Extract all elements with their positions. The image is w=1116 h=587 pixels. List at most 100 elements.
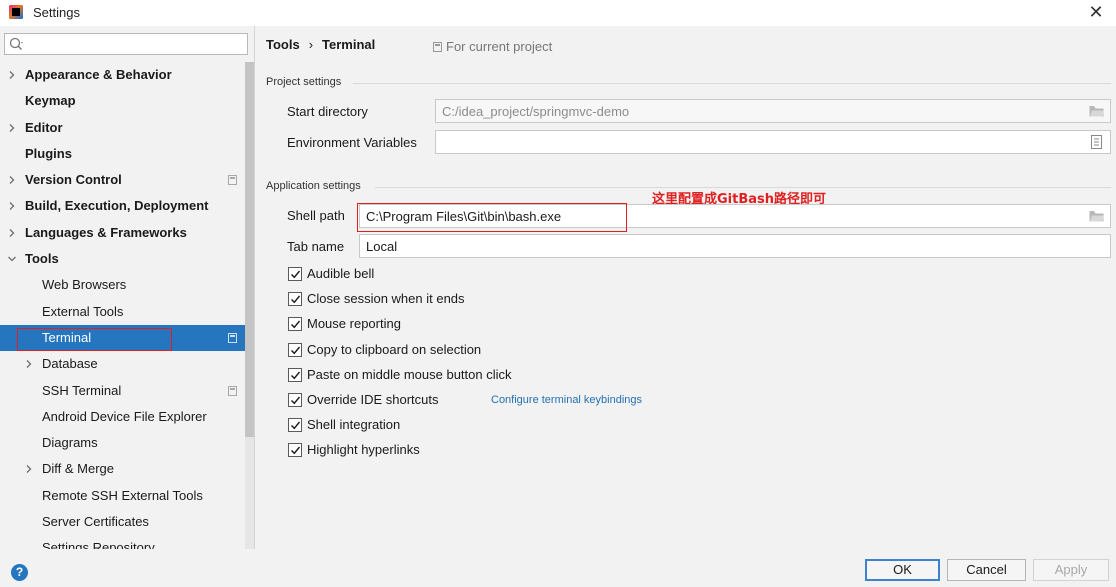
sidebar-item-diff-merge[interactable]: Diff & Merge [0, 456, 245, 482]
shell-path-input[interactable] [366, 208, 1082, 224]
start-directory-input[interactable] [442, 103, 1082, 119]
window-title: Settings [33, 5, 80, 20]
close-window-button[interactable]: ✕ [1086, 2, 1106, 22]
checkbox[interactable] [288, 443, 302, 458]
chevron-down-icon[interactable] [8, 255, 16, 263]
cancel-button[interactable]: Cancel [947, 559, 1026, 581]
sidebar-item-ssh-terminal[interactable]: SSH Terminal [0, 378, 245, 404]
search-icon [9, 37, 23, 50]
sidebar-item-editor[interactable]: Editor [0, 115, 245, 141]
option-label[interactable]: Paste on middle mouse button click [307, 367, 512, 382]
sidebar-item-label: Terminal [42, 329, 92, 345]
sidebar-item-web-browsers[interactable]: Web Browsers [0, 272, 245, 298]
tab-name-field[interactable] [359, 234, 1111, 258]
checkbox[interactable] [288, 267, 302, 281]
sidebar-item-version-control[interactable]: Version Control [0, 167, 245, 193]
settings-search-box[interactable] [4, 33, 248, 55]
chevron-right-icon[interactable] [8, 123, 16, 132]
apply-button[interactable]: Apply [1033, 559, 1109, 581]
breadcrumb-parent[interactable]: Tools [266, 37, 300, 52]
checkbox[interactable] [288, 393, 302, 407]
scope-label: For current project [446, 39, 553, 54]
sidebar-item-label: SSH Terminal [42, 382, 122, 398]
sidebar-item-label: Web Browsers [42, 277, 127, 293]
sidebar-item-label: Tools [25, 251, 59, 267]
sidebar-item-label: Diagrams [42, 435, 98, 451]
checkbox[interactable] [288, 317, 302, 332]
sidebar-item-appearance-behavior[interactable]: Appearance & Behavior [0, 62, 245, 88]
breadcrumb-separator: › [308, 37, 314, 52]
settings-search-input[interactable] [27, 35, 243, 53]
terminal-settings-panel: Tools › Terminal For current project Proje… [255, 26, 1116, 549]
chevron-right-icon[interactable] [8, 176, 16, 185]
folder-open-icon[interactable] [1089, 105, 1104, 117]
sidebar-scrollbar-track[interactable] [245, 62, 254, 549]
sidebar-item-diagrams[interactable]: Diagrams [0, 430, 245, 456]
sidebar-item-label: Version Control [25, 172, 122, 188]
chevron-right-icon[interactable] [25, 360, 33, 369]
sidebar-item-label: Plugins [25, 145, 72, 161]
project-scope-icon [433, 42, 442, 52]
checkbox[interactable] [288, 367, 302, 382]
checkmark-icon [291, 446, 301, 455]
configure-keybindings-link[interactable]: Configure terminal keybindings [491, 394, 642, 406]
checkmark-icon [291, 371, 301, 380]
sidebar-item-terminal[interactable]: Terminal [0, 324, 245, 352]
title-bar: Settings ✕ [0, 0, 1116, 26]
option-label[interactable]: Shell integration [307, 417, 400, 432]
option-label[interactable]: Highlight hyperlinks [307, 442, 420, 457]
sidebar-item-external-tools[interactable]: External Tools [0, 299, 245, 325]
project-settings-title: Project settings [266, 76, 342, 88]
checkbox[interactable] [288, 342, 302, 357]
sidebar-item-settings-repository[interactable]: Settings Repository [0, 535, 245, 549]
sidebar-item-keymap[interactable]: Keymap [0, 88, 245, 114]
start-directory-field[interactable] [435, 99, 1111, 123]
checkmark-icon [291, 421, 301, 430]
sidebar-item-label: Settings Repository [42, 540, 155, 549]
tab-name-input[interactable] [366, 238, 1082, 254]
sidebar-item-plugins[interactable]: Plugins [0, 141, 245, 167]
option-label[interactable]: Override IDE shortcuts [307, 392, 439, 407]
chevron-right-icon[interactable] [8, 228, 16, 237]
shell-path-label: Shell path [287, 208, 345, 223]
sidebar-item-label: Android Device File Explorer [42, 408, 207, 424]
checkmark-icon [291, 396, 301, 405]
sidebar-item-database[interactable]: Database [0, 351, 245, 377]
sidebar-item-languages-frameworks[interactable]: Languages & Frameworks [0, 220, 245, 246]
sidebar-item-android-device-file-explorer[interactable]: Android Device File Explorer [0, 404, 245, 430]
checkbox[interactable] [288, 292, 302, 307]
checkbox[interactable] [288, 418, 302, 433]
option-label[interactable]: Copy to clipboard on selection [307, 342, 481, 357]
option-label[interactable]: Audible bell [307, 266, 374, 281]
sidebar-item-build-execution-deployment[interactable]: Build, Execution, Deployment [0, 193, 245, 219]
sidebar-scrollbar-thumb[interactable] [245, 62, 254, 437]
sidebar-item-label: Appearance & Behavior [25, 67, 172, 82]
sidebar-item-tools[interactable]: Tools [0, 246, 245, 272]
chevron-right-icon[interactable] [8, 202, 16, 211]
sidebar-item-remote-ssh-external-tools[interactable]: Remote SSH External Tools [0, 483, 245, 509]
folder-open-icon[interactable] [1089, 210, 1104, 222]
checkmark-icon [291, 346, 301, 354]
option-label[interactable]: Mouse reporting [307, 316, 401, 331]
application-settings-title: Application settings [266, 180, 361, 192]
shell-path-field[interactable] [359, 204, 1111, 228]
sidebar-item-label: Database [42, 356, 98, 372]
sidebar-item-server-certificates[interactable]: Server Certificates [0, 509, 245, 535]
ok-button[interactable]: OK [865, 559, 940, 581]
env-vars-field[interactable] [435, 130, 1111, 154]
chevron-right-icon[interactable] [25, 465, 33, 474]
sidebar-item-label: Languages & Frameworks [25, 224, 187, 240]
project-scope-icon [228, 332, 237, 343]
sidebar-item-label: Build, Execution, Deployment [25, 198, 209, 214]
start-directory-label: Start directory [287, 104, 368, 119]
settings-tree: Appearance & Behavior Keymap Editor Plugins… [0, 62, 245, 549]
option-label[interactable]: Close session when it ends [307, 291, 465, 306]
edit-variables-icon[interactable] [1091, 135, 1102, 149]
env-vars-input[interactable] [442, 134, 1082, 150]
help-icon[interactable]: ? [11, 564, 28, 581]
chevron-right-icon[interactable] [8, 71, 16, 79]
project-settings-divider [353, 83, 1111, 84]
sidebar-item-label: Server Certificates [42, 514, 149, 530]
checkmark-icon [291, 320, 301, 329]
scope-indicator: For current project [433, 39, 552, 54]
